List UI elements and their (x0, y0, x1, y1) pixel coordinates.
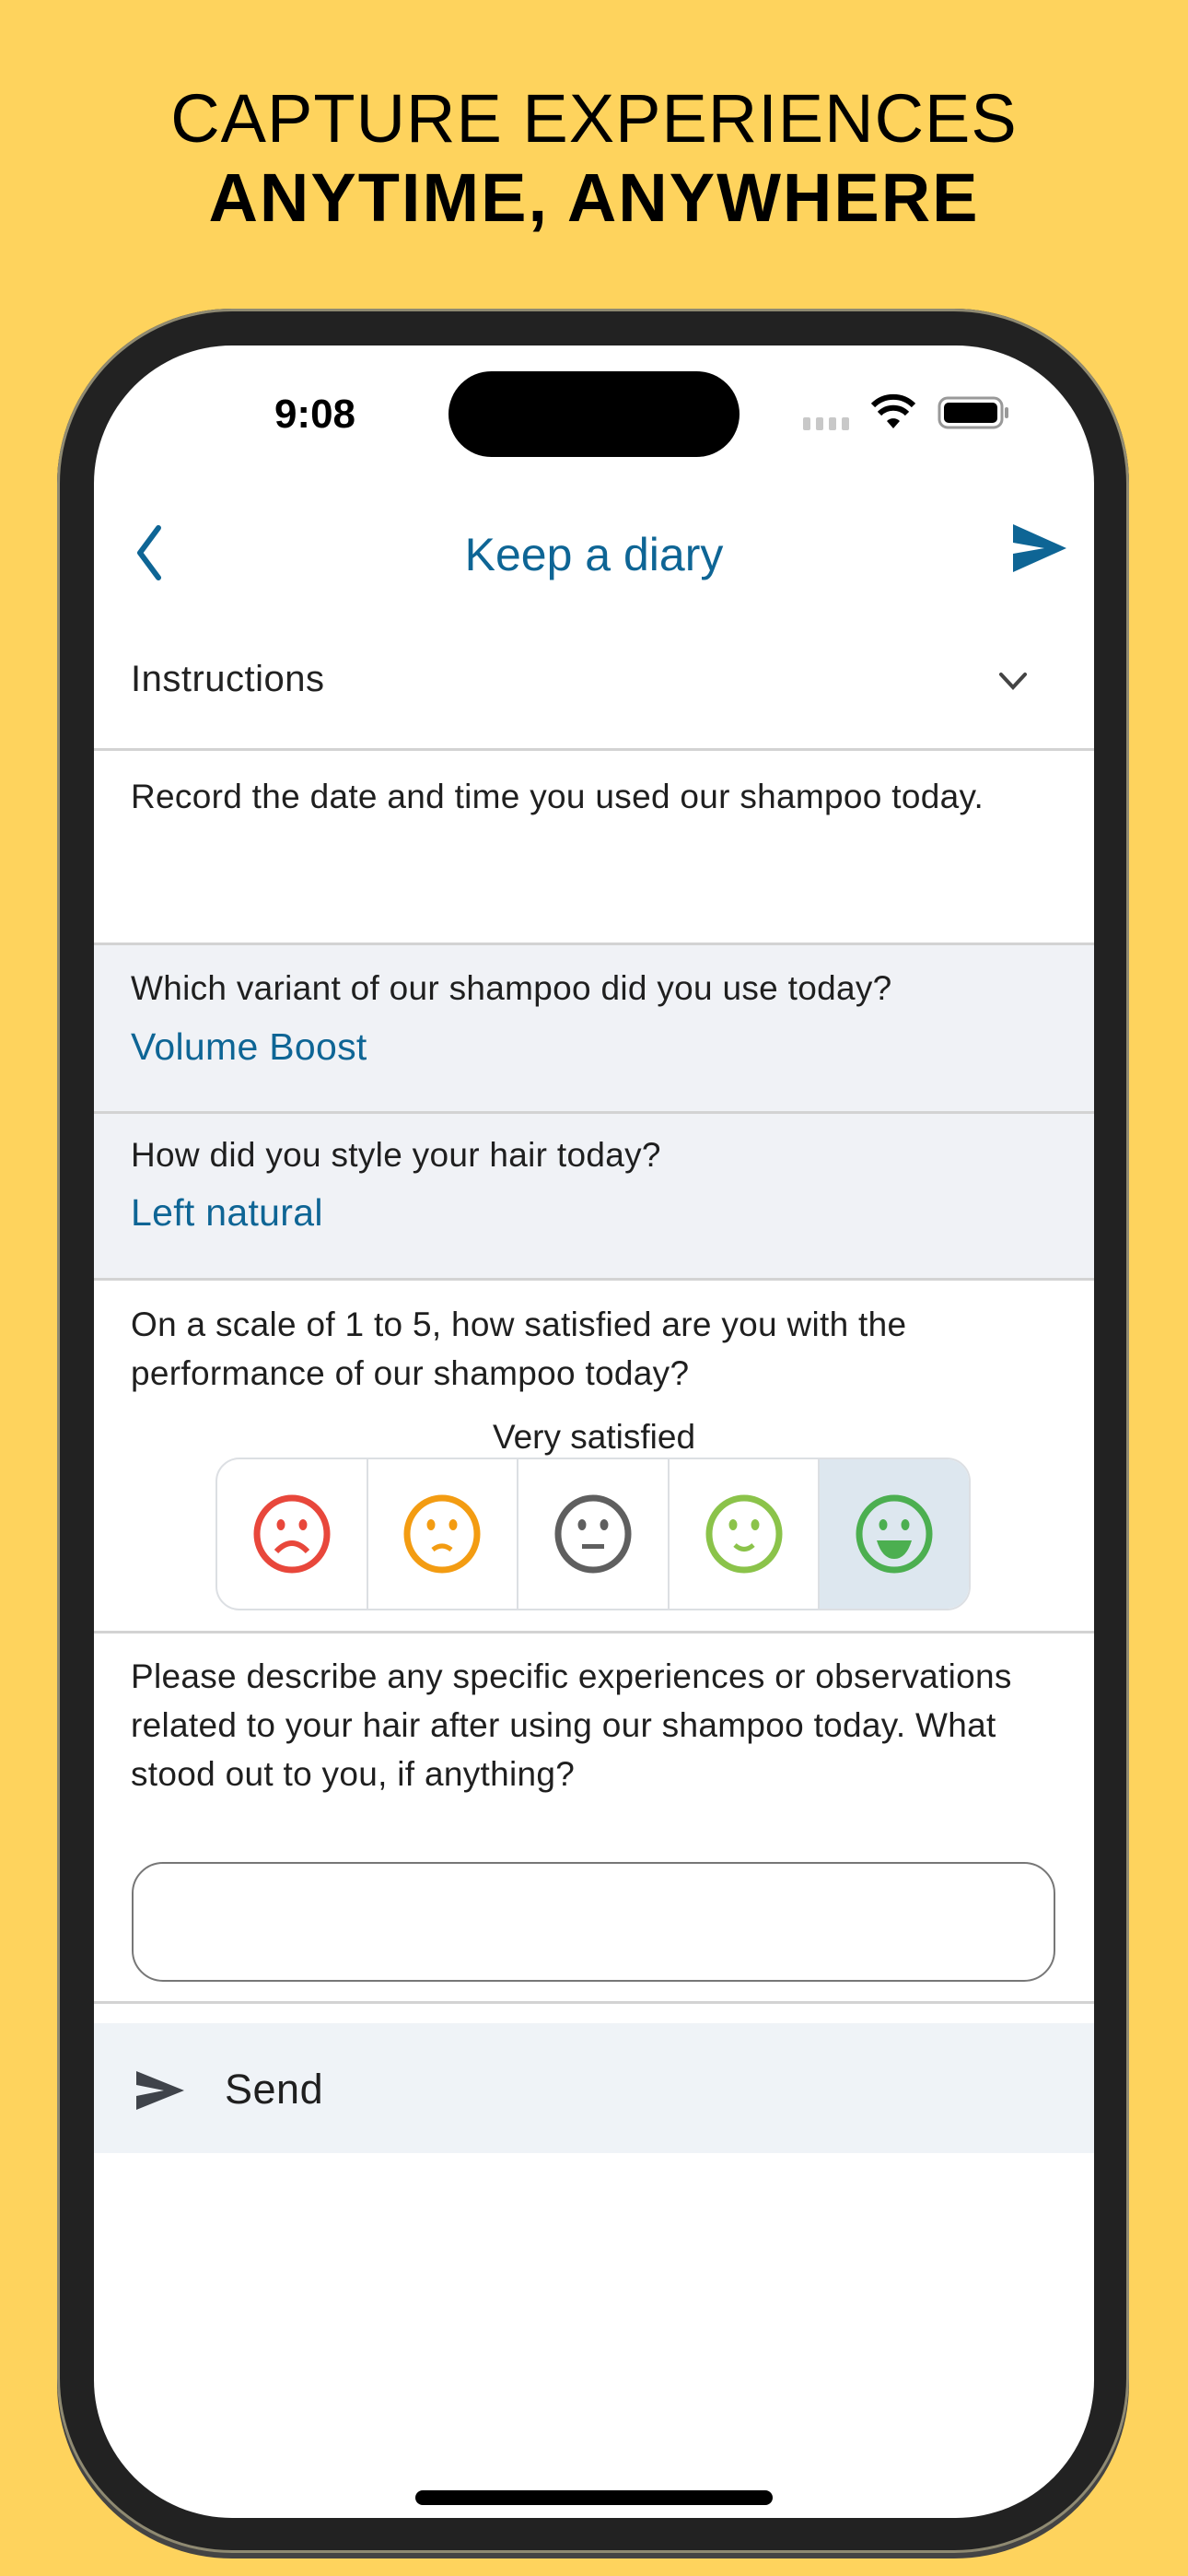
promo-headline-line2: ANYTIME, ANYWHERE (208, 159, 980, 236)
send-icon (136, 2071, 184, 2110)
nav-bar: Keep a diary (94, 484, 1094, 613)
question-prompt: How did you style your hair today? (131, 1136, 661, 1174)
home-indicator[interactable] (415, 2490, 773, 2505)
rating-option-1[interactable] (217, 1459, 368, 1609)
signal-icon (803, 417, 849, 430)
dynamic-island (448, 371, 740, 457)
neutral-face-icon (554, 1494, 632, 1574)
instructions-text: Record the date and time you used our sh… (131, 778, 984, 815)
send-button-label: Send (225, 2066, 324, 2113)
divider (94, 1631, 1094, 1633)
question-variant[interactable]: Which variant of our shampoo did you use… (94, 945, 1094, 1111)
send-header-button[interactable] (1011, 522, 1068, 574)
rating-option-5[interactable] (820, 1459, 969, 1609)
instructions-header[interactable]: Instructions (131, 659, 325, 700)
sad-face-icon (403, 1494, 481, 1574)
open-question-prompt: Please describe any specific experiences… (131, 1657, 1012, 1793)
happy-face-icon (856, 1494, 933, 1574)
smile-face-icon (705, 1494, 783, 1574)
rating-prompt: On a scale of 1 to 5, how satisfied are … (131, 1306, 907, 1392)
battery-icon (938, 396, 1008, 429)
status-time: 9:08 (274, 392, 356, 437)
rating-selected-label: Very satisfied (492, 1418, 696, 1456)
rating-scale (215, 1458, 971, 1610)
question-answer: Volume Boost (131, 1025, 367, 1068)
divider (94, 2001, 1094, 2004)
experience-input[interactable] (132, 1862, 1055, 1982)
rating-option-2[interactable] (368, 1459, 519, 1609)
divider (94, 1278, 1094, 1281)
chevron-down-icon[interactable] (996, 670, 1030, 692)
question-answer: Left natural (131, 1191, 323, 1234)
question-style[interactable]: How did you style your hair today? Left … (94, 1114, 1094, 1278)
rating-option-4[interactable] (670, 1459, 821, 1609)
phone-screen: 9:08 Keep a diary Instructions Record th… (94, 345, 1094, 2518)
question-prompt: Which variant of our shampoo did you use… (131, 969, 892, 1007)
send-button[interactable]: Send (94, 2023, 1094, 2153)
wifi-icon (870, 393, 916, 428)
divider (94, 748, 1094, 751)
rating-option-3[interactable] (518, 1459, 670, 1609)
page-title: Keep a diary (464, 529, 724, 580)
send-icon (1013, 524, 1066, 572)
promo-headline-line1: CAPTURE EXPERIENCES (170, 80, 1018, 157)
very-sad-face-icon (253, 1494, 331, 1574)
